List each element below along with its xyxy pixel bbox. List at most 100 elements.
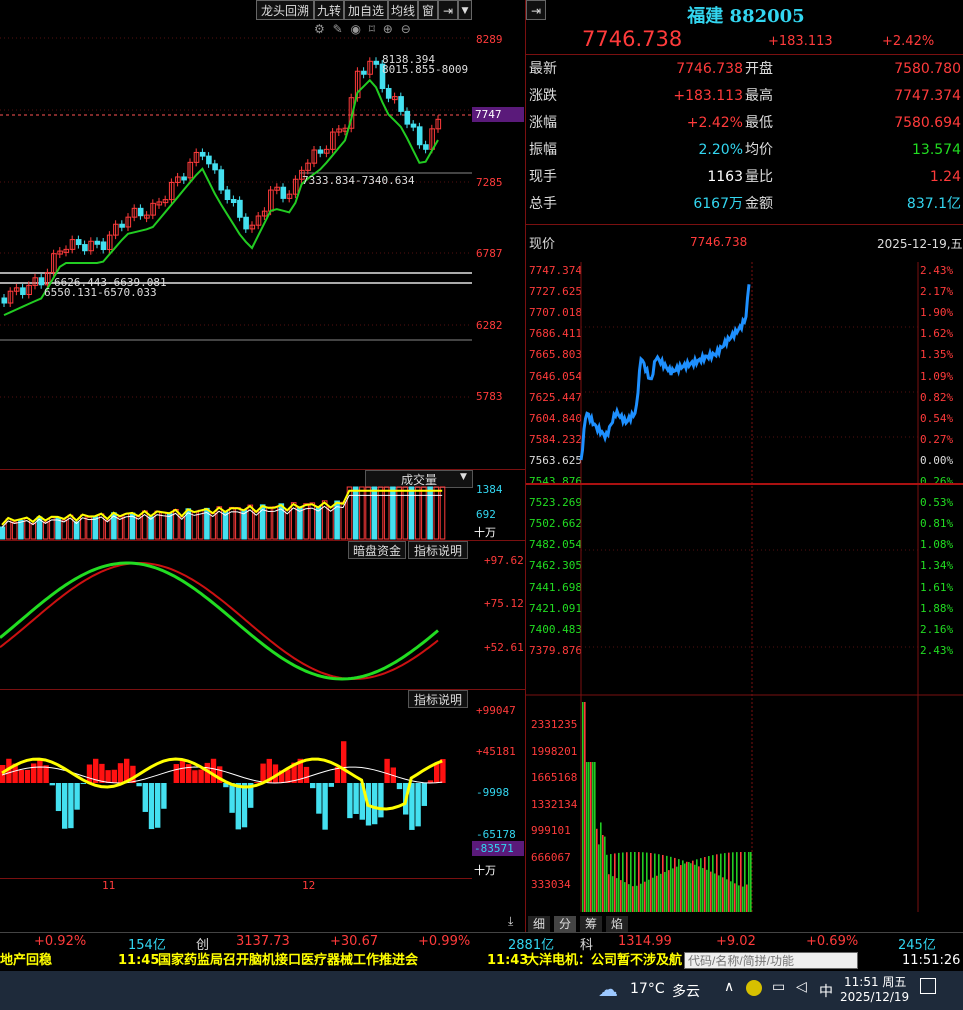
- intraday-label: 现价: [529, 237, 556, 252]
- intraday-volume-bar: [738, 885, 740, 912]
- quote-label: 总手: [529, 196, 557, 212]
- volume-bar: [433, 486, 440, 540]
- pin-icon[interactable]: ⇥: [438, 0, 458, 20]
- intraday-volume-bar: [674, 857, 676, 912]
- candle-body: [230, 199, 237, 204]
- quote-label: 最低: [745, 115, 773, 131]
- weather-temp[interactable]: 17°C: [630, 981, 665, 997]
- kdj-panel[interactable]: 暗盘资金 指标说明 +97.62 +75.12 +52.61: [0, 541, 525, 689]
- intraday-volume-bar: [748, 852, 750, 912]
- chevron-up-icon[interactable]: ∧: [724, 979, 734, 995]
- kline-panel[interactable]: 龙头回溯 九转 加自选 均线 窗 ⇥ ▼ ⚙ ✎ ◉ ⌑ ⊕ ⊖ 8289 72…: [0, 0, 525, 470]
- price-axis-label: 7285: [476, 176, 503, 189]
- intraday-volume-bar: [740, 852, 742, 912]
- download-icon[interactable]: ⤓: [508, 914, 513, 929]
- volume-chart-svg: [0, 486, 446, 540]
- volume-bar: [414, 486, 421, 540]
- macd-bar: [55, 783, 62, 812]
- kdj-axis-label: +97.62: [484, 554, 524, 567]
- volume-bar: [179, 516, 185, 540]
- quote-label: 现手: [529, 169, 557, 185]
- intraday-volume-bar: [650, 853, 652, 912]
- month-label-dec: 12: [302, 879, 316, 892]
- volume-bar: [92, 516, 99, 540]
- toolbar-btn-add-watch[interactable]: 加自选: [344, 0, 388, 20]
- kdj-axis-label: +75.12: [484, 597, 524, 610]
- candle-body: [416, 126, 423, 146]
- quote-change-pct: +2.42%: [882, 34, 935, 49]
- candle-body: [243, 216, 249, 230]
- quote-value: 7746.738: [676, 61, 743, 77]
- intraday-volume-bar: [612, 876, 614, 912]
- volume-bar: [135, 516, 142, 540]
- news-time: 11:43: [487, 953, 529, 968]
- macd-bar: [372, 783, 378, 825]
- toolbar-btn-dragon-review[interactable]: 龙头回溯: [256, 0, 314, 20]
- macd-axis-label: +45181: [476, 745, 516, 758]
- intraday-volume-bar: [704, 857, 706, 912]
- candle-body: [224, 189, 231, 201]
- status-item: +0.69%: [806, 934, 859, 949]
- index-status-bar: +0.92% 154亿创 3137.73 +30.67 +0.99% 2881亿科 1314…: [0, 932, 963, 953]
- candle-body: [75, 239, 82, 246]
- intraday-volume-bar: [606, 854, 608, 912]
- intraday-volume-bar: [732, 852, 734, 912]
- volume-bar: [352, 486, 359, 540]
- tab-detail[interactable]: 细: [528, 916, 550, 932]
- toolbar-btn-window[interactable]: 窗: [418, 0, 438, 20]
- tab-minute[interactable]: 分: [554, 916, 576, 932]
- cloud-icon[interactable]: ☁: [598, 977, 618, 1001]
- macd-bar: [322, 783, 328, 830]
- network-icon[interactable]: ▭: [772, 979, 785, 995]
- volume-icon[interactable]: ◁: [796, 979, 807, 995]
- expand-icon[interactable]: ⇥: [526, 0, 546, 20]
- news-headline[interactable]: 国家药监局召开脑机接口医疗器械工作推进会: [158, 951, 418, 971]
- macd-bar: [353, 783, 359, 814]
- ime-label[interactable]: 中: [819, 981, 833, 1001]
- dropdown-icon[interactable]: ▼: [458, 0, 472, 20]
- month-label-nov: 11: [102, 879, 116, 892]
- intraday-volume-bar: [636, 885, 638, 912]
- macd-bar: [136, 783, 142, 787]
- intraday-volume-bar: [646, 852, 648, 912]
- volume-bar: [73, 521, 80, 540]
- tab-chips[interactable]: 筹: [580, 916, 602, 932]
- toolbar-btn-nine-turn[interactable]: 九转: [314, 0, 344, 20]
- volume-bar: [383, 486, 390, 540]
- macd-bar: [142, 783, 148, 812]
- toolbar-btn-ma[interactable]: 均线: [388, 0, 418, 20]
- intraday-volume-bar: [660, 873, 662, 912]
- clock-text: 11:51:26: [902, 953, 961, 968]
- volume-bar: [284, 509, 291, 540]
- macd-bar: [173, 764, 179, 783]
- macd-bar: [328, 783, 334, 787]
- quote-row: 总手 6167万 金额 837.1亿: [527, 191, 963, 218]
- macd-bar: [421, 783, 427, 806]
- intraday-volume-bar: [610, 854, 612, 912]
- macd-panel[interactable]: 指标说明 +99047 +45181 -9998 -65178 -83571 十…: [0, 690, 525, 912]
- intraday-volume-bar: [662, 854, 664, 912]
- macd-axis-label: -65178: [476, 828, 516, 841]
- intraday-volume-bar: [708, 856, 710, 912]
- quote-label: 最新: [529, 61, 557, 77]
- taskbar-time[interactable]: 11:51 周五: [844, 973, 906, 990]
- volume-bar: [421, 486, 427, 540]
- search-input[interactable]: [684, 952, 858, 969]
- intraday-volume-bar: [604, 836, 606, 912]
- intraday-price: 7746.738: [690, 235, 748, 249]
- news-headline[interactable]: 大洋电机：公司暂不涉及航: [526, 951, 682, 971]
- taskbar-date[interactable]: 2025/12/19: [840, 990, 909, 1004]
- notification-icon[interactable]: [920, 978, 936, 994]
- macd-bar: [117, 763, 124, 783]
- volume-panel[interactable]: 成交量 ▼ 1384 692 十万: [0, 470, 525, 540]
- tab-flame[interactable]: 焰: [606, 916, 628, 932]
- app-tray-icon[interactable]: [746, 980, 762, 996]
- intraday-volume-bar: [598, 844, 600, 912]
- intraday-volume-bar: [626, 852, 628, 912]
- intraday-volume-bar: [664, 871, 666, 912]
- intraday-volume-bar: [600, 822, 602, 912]
- macd-bar: [198, 769, 204, 783]
- macd-bar: [235, 783, 241, 830]
- intraday-volume-bar: [730, 881, 732, 912]
- weather-desc[interactable]: 多云: [672, 981, 700, 1001]
